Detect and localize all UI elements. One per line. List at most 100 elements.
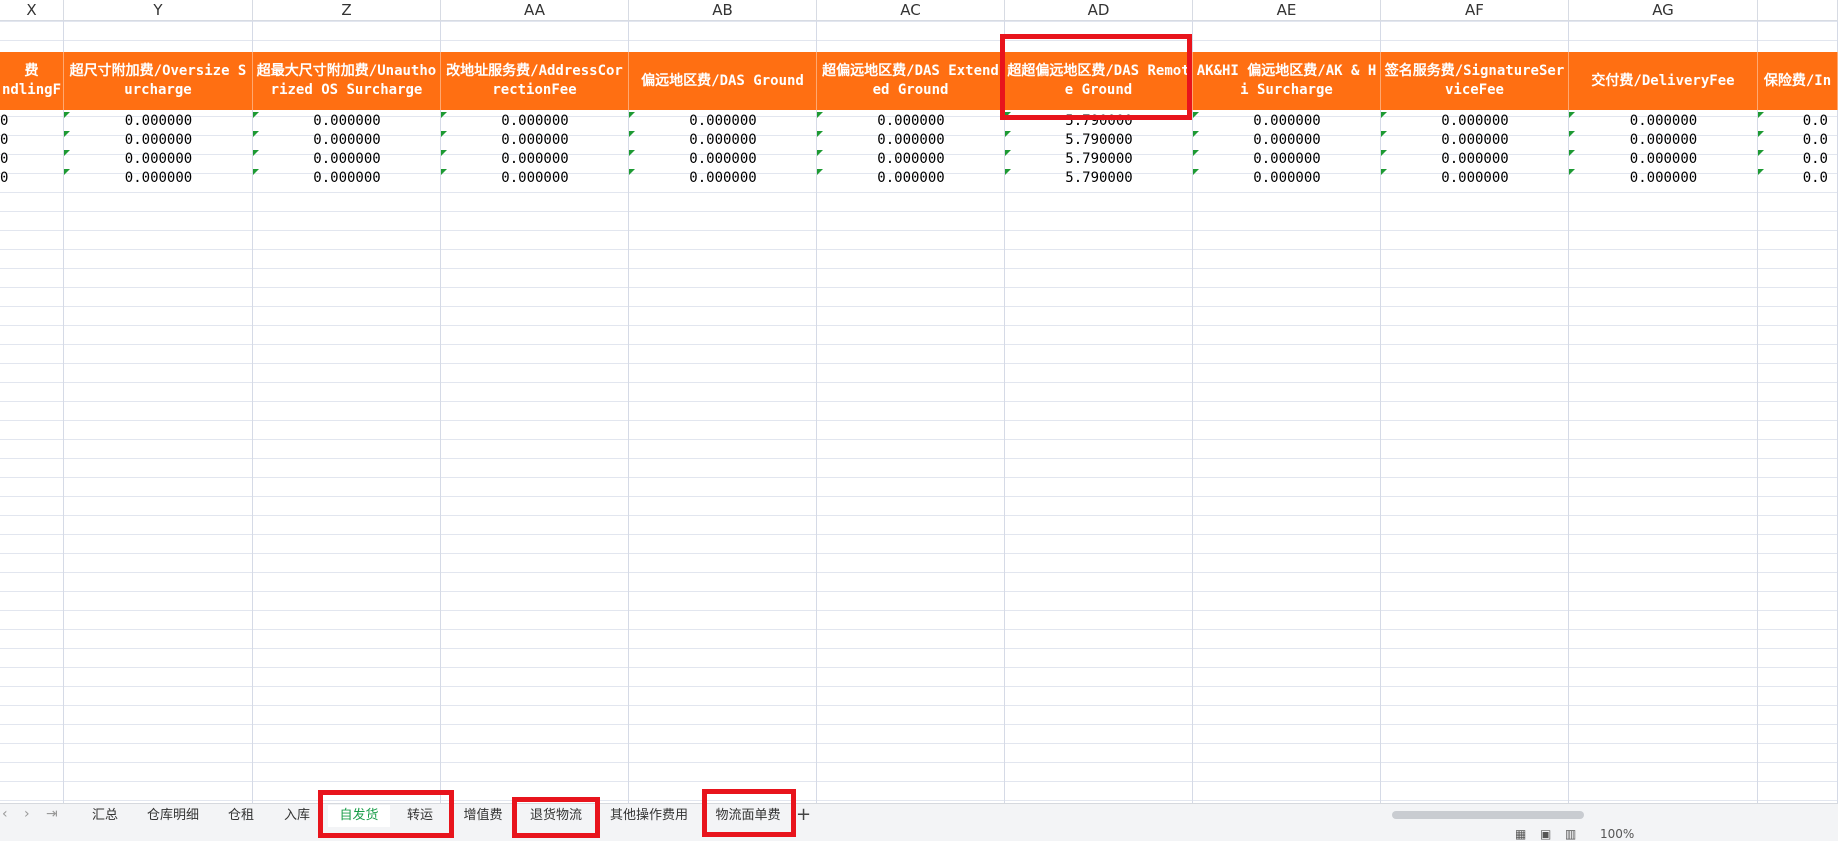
data-cell[interactable]: 0.000000 — [817, 150, 1005, 169]
column-letter[interactable] — [1758, 0, 1838, 21]
zoom-level[interactable]: 100% — [1600, 827, 1634, 841]
number-as-text-marker — [253, 112, 259, 118]
data-cell[interactable]: 0.000000 — [629, 112, 817, 131]
column-letter[interactable]: X — [0, 0, 64, 21]
number-as-text-marker — [253, 131, 259, 137]
data-cell[interactable]: 5.790000 — [1005, 150, 1193, 169]
data-cell[interactable]: 0.000000 — [253, 112, 441, 131]
data-cell[interactable]: 0.000000 — [1569, 169, 1758, 188]
data-cell[interactable]: 0.000000 — [1381, 131, 1569, 150]
data-cell[interactable]: 0.000000 — [441, 150, 629, 169]
page-break-icon[interactable]: ▥ — [1565, 827, 1576, 841]
scroll-thumb[interactable] — [1392, 811, 1584, 819]
column-letter[interactable]: AE — [1193, 0, 1381, 21]
horizontal-scrollbar[interactable] — [1070, 809, 1830, 821]
data-cell[interactable]: 0.0 — [1758, 112, 1838, 131]
normal-view-icon[interactable]: ▦ — [1515, 827, 1526, 841]
sheet-tab[interactable]: 增值费 — [454, 805, 512, 827]
data-cell[interactable]: 0.000000 — [817, 131, 1005, 150]
number-as-text-marker — [1569, 169, 1575, 175]
column-header-cell[interactable]: AK&HI 偏远地区费/AK & Hi Surcharge — [1193, 52, 1381, 110]
column-header-cell[interactable]: 签名服务费/SignatureServiceFee — [1381, 52, 1569, 110]
column-header-text: 保险费/In — [1763, 72, 1832, 89]
column-header-cell[interactable]: 改地址服务费/AddressCorrectionFee — [441, 52, 629, 110]
data-cell[interactable]: 5.790000 — [1005, 131, 1193, 150]
sheet-tab[interactable]: 仓库明细 — [140, 805, 206, 827]
sheet-tab[interactable]: 物流面单费 — [708, 805, 788, 827]
number-as-text-marker — [817, 112, 823, 118]
data-cell[interactable]: 0.0 — [1758, 131, 1838, 150]
data-cell[interactable]: 0.000000 — [629, 150, 817, 169]
data-cell[interactable]: 0 — [0, 112, 64, 131]
column-letter[interactable]: AG — [1569, 0, 1758, 21]
spreadsheet-grid[interactable]: X费 ndlingF 0 0 0 0 Y 超尺寸附加费/Oversize Surcharge… — [0, 0, 1838, 803]
column-header-cell[interactable]: 超超偏远地区费/DAS Remote Ground — [1005, 52, 1193, 110]
data-cell[interactable]: 0.000000 — [817, 169, 1005, 188]
add-sheet-icon[interactable]: + — [796, 804, 811, 825]
sheet-tab[interactable]: 退货物流 — [520, 805, 592, 827]
sheet-tab[interactable]: 自发货 — [328, 805, 390, 827]
data-cell[interactable]: 0.000000 — [1193, 169, 1381, 188]
column-header-text: 超最大尺寸附加费/Unauthorized OS Surcharge — [256, 63, 437, 98]
column-letter[interactable]: AA — [441, 0, 629, 21]
data-cell[interactable]: 0.0 — [1758, 169, 1838, 188]
data-cell[interactable]: 0.000000 — [441, 169, 629, 188]
data-cell[interactable]: 0.000000 — [253, 169, 441, 188]
column-header-cell[interactable]: 费 ndlingF — [0, 52, 64, 110]
column-header-cell[interactable]: 超最大尺寸附加费/Unauthorized OS Surcharge — [253, 52, 441, 110]
number-as-text-marker — [441, 112, 447, 118]
data-cell[interactable]: 0.000000 — [817, 112, 1005, 131]
data-cell[interactable]: 0.0 — [1758, 150, 1838, 169]
page-layout-icon[interactable]: ▣ — [1540, 827, 1551, 841]
data-cell[interactable]: 0.000000 — [629, 131, 817, 150]
column-header-cell[interactable]: 超偏远地区费/DAS Extended Ground — [817, 52, 1005, 110]
column-letter[interactable]: Z — [253, 0, 441, 21]
data-cell[interactable]: 0.000000 — [64, 150, 253, 169]
last-sheet-icon[interactable]: ⇥ — [46, 806, 58, 822]
data-cell[interactable]: 0.000000 — [64, 112, 253, 131]
column-header-cell[interactable]: 偏远地区费/DAS Ground — [629, 52, 817, 110]
sheet-tab[interactable]: 转运 — [392, 805, 448, 827]
data-cell[interactable]: 0.000000 — [1193, 112, 1381, 131]
number-as-text-marker — [629, 169, 635, 175]
sheet-tab[interactable]: 其他操作费用 — [600, 805, 698, 827]
data-cell[interactable]: 0 — [0, 131, 64, 150]
column-letter[interactable]: AD — [1005, 0, 1193, 21]
number-as-text-marker — [1758, 150, 1764, 156]
data-cell[interactable]: 0.000000 — [629, 169, 817, 188]
data-cell[interactable]: 0.000000 — [1381, 150, 1569, 169]
sheet-tab[interactable]: 入库 — [272, 805, 322, 827]
grid-row-line — [0, 743, 1838, 744]
data-cell[interactable]: 0.000000 — [64, 131, 253, 150]
data-cell[interactable]: 0.000000 — [1193, 150, 1381, 169]
data-cell[interactable]: 0 — [0, 150, 64, 169]
prev-sheet-icon[interactable]: › — [24, 806, 30, 822]
sheet-tab[interactable]: 汇总 — [78, 805, 132, 827]
column-letter[interactable]: Y — [64, 0, 253, 21]
data-cell[interactable]: 0.000000 — [1381, 169, 1569, 188]
data-cell[interactable]: 0.000000 — [1381, 112, 1569, 131]
column-letter[interactable]: AB — [629, 0, 817, 21]
data-cell[interactable]: 5.790000 — [1005, 169, 1193, 188]
data-cell[interactable]: 0.000000 — [1569, 112, 1758, 131]
number-as-text-marker — [64, 112, 70, 118]
data-cell[interactable]: 0.000000 — [1569, 150, 1758, 169]
column-letter[interactable]: AC — [817, 0, 1005, 21]
data-cell[interactable]: 0.000000 — [441, 112, 629, 131]
data-cell[interactable]: 5.790000 — [1005, 112, 1193, 131]
data-cell[interactable]: 0.000000 — [253, 150, 441, 169]
data-cell[interactable]: 0 — [0, 169, 64, 188]
column-letter[interactable]: AF — [1381, 0, 1569, 21]
column-header-cell[interactable]: 保险费/In — [1758, 52, 1838, 110]
first-sheet-icon[interactable]: ‹ — [2, 806, 8, 822]
data-cell[interactable]: 0.000000 — [1193, 131, 1381, 150]
data-cell[interactable]: 0.000000 — [253, 131, 441, 150]
sheet-tab[interactable]: 仓租 — [216, 805, 266, 827]
data-cell[interactable]: 0.000000 — [64, 169, 253, 188]
data-cell[interactable]: 0.000000 — [441, 131, 629, 150]
grid-row-line — [0, 192, 1838, 193]
column-header-cell[interactable]: 超尺寸附加费/Oversize Surcharge — [64, 52, 253, 110]
number-as-text-marker — [1381, 112, 1387, 118]
data-cell[interactable]: 0.000000 — [1569, 131, 1758, 150]
column-header-cell[interactable]: 交付费/DeliveryFee — [1569, 52, 1758, 110]
